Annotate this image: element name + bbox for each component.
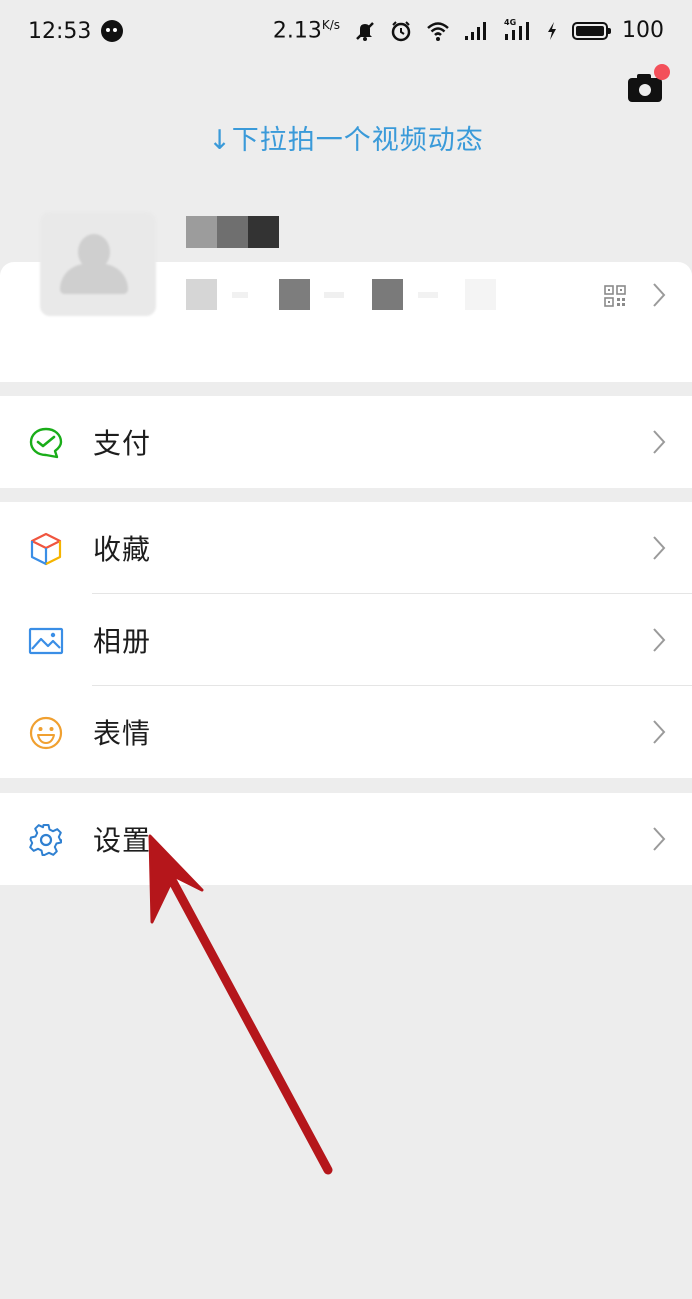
menu-item-label: 收藏 [93,533,152,566]
avatar-placeholder-body [60,264,128,294]
qr-code-icon[interactable] [604,285,626,307]
smiley-icon [29,716,63,750]
menu-item-pay[interactable]: 支付 [0,396,692,488]
annotation-arrow-shaft [167,875,333,1175]
charging-bolt-icon [548,21,556,40]
chat-notification-icon [101,20,124,42]
album-image-icon [28,627,64,655]
menu-group-settings: 设置 [0,793,692,885]
chevron-right-icon [653,536,666,560]
wechat-pay-icon [29,427,63,459]
gear-icon [29,824,62,856]
menu-item-label: 支付 [93,427,152,460]
menu-item-settings[interactable]: 设置 [0,793,692,885]
status-bar: 12:53 2.13K/s 4G 100 [0,0,692,62]
network-speed: 2.13K/s [272,18,340,44]
battery-icon [572,21,611,40]
menu-item-label: 相册 [93,625,152,658]
chevron-right-icon [653,720,666,744]
avatar[interactable] [40,212,156,316]
cellular-4g-signal: 4G [504,18,532,42]
mute-bell-icon [356,22,374,41]
menu-group-pay: 支付 [0,396,692,488]
menu-item-stickers[interactable]: 表情 [0,686,692,778]
profile-id-redacted [186,279,496,310]
signal-bars-icon [465,21,486,40]
menu-item-favorites[interactable]: 收藏 [0,502,692,594]
signal-bars-4g-icon [505,21,529,40]
profile-name-redacted [186,216,279,248]
menu-item-label: 设置 [93,824,152,857]
chevron-right-icon [653,628,666,652]
menu-item-album[interactable]: 相册 [0,594,692,686]
pull-down-hint: ↓下拉拍一个视频动态 [208,125,484,156]
status-time: 12:53 [28,18,92,44]
status-left: 12:53 [28,18,124,44]
favorites-cube-icon [30,532,62,566]
menu-group-content: 收藏 相册 表情 [0,502,692,778]
camera-lens-icon [639,84,651,96]
wifi-icon [427,22,449,41]
chevron-right-icon [653,430,666,454]
battery-level: 100 [622,18,664,44]
camera-button[interactable] [628,64,670,102]
menu-item-label: 表情 [93,717,152,750]
chevron-right-icon [653,827,666,851]
chevron-right-icon [653,283,666,307]
network-speed-unit: K/s [321,18,340,33]
alarm-icon [391,21,411,42]
status-right: 2.13K/s 4G 100 [272,18,664,44]
notification-dot [654,64,670,80]
